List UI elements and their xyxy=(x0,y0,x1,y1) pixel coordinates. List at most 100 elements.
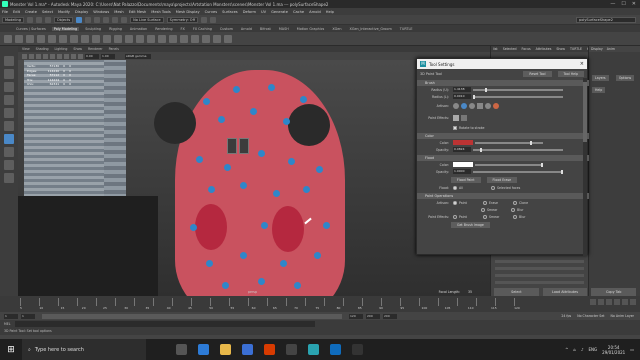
time-slider[interactable]: 5 10 15 20 25 30 35 40 45 50 55 60 65 70 75 80 85 90 95 100… xyxy=(0,296,640,312)
tool-help-button[interactable]: Tool Help xyxy=(557,70,584,77)
shelf-tab[interactable]: Bifrost xyxy=(258,27,273,31)
animation-end-field-2[interactable]: 200 xyxy=(383,313,397,319)
folder-brush-icon[interactable] xyxy=(485,103,491,109)
bridge-icon[interactable] xyxy=(158,34,166,43)
new-scene-icon[interactable] xyxy=(26,16,33,23)
menu-display[interactable]: Display xyxy=(75,10,88,14)
wireframe-icon[interactable] xyxy=(36,53,41,59)
shelf-tab[interactable]: FX xyxy=(179,27,187,31)
menu-file[interactable]: File xyxy=(2,10,8,14)
animation-start-field[interactable]: 1 xyxy=(4,313,18,319)
shelf-tab[interactable]: Sculpting xyxy=(83,27,103,31)
minimize-button[interactable]: — xyxy=(610,1,615,7)
task-view-icon[interactable] xyxy=(176,344,187,355)
shelf-tab[interactable]: Arnold xyxy=(239,27,254,31)
flood-all-radio[interactable] xyxy=(453,185,457,190)
load-attributes-button[interactable]: Load Attributes xyxy=(542,288,588,296)
store-icon[interactable] xyxy=(242,344,253,355)
outliner-layout-icon[interactable] xyxy=(4,173,14,183)
lights-icon[interactable] xyxy=(57,53,62,59)
shelf-tab[interactable]: Rendering xyxy=(153,27,174,31)
solid-brush-icon[interactable] xyxy=(469,103,475,109)
auto-uv-icon[interactable] xyxy=(224,34,232,43)
notifications-icon[interactable]: ▭ xyxy=(630,347,634,352)
shadows-icon[interactable] xyxy=(64,53,69,59)
paint-effects-brush-icon[interactable] xyxy=(453,115,459,121)
shelf-tab[interactable]: FX Caching xyxy=(191,27,214,31)
radius-l-slider-knob[interactable] xyxy=(473,94,475,99)
poly-cylinder-icon[interactable] xyxy=(26,34,34,43)
clock[interactable]: 20:54 29/01/2021 xyxy=(602,345,625,355)
edge-browser-icon[interactable] xyxy=(198,344,209,355)
flood-erase-button[interactable]: Flood Erase xyxy=(486,176,518,183)
colorful-brush-icon[interactable] xyxy=(493,103,499,109)
mel-label[interactable]: MEL xyxy=(4,322,11,326)
shelf-tab-active[interactable]: Poly Modeling xyxy=(51,26,80,31)
poly-cube-icon[interactable] xyxy=(15,34,23,43)
media-icon[interactable] xyxy=(286,344,297,355)
ae-tab[interactable]: Attributes xyxy=(536,47,552,51)
combine-icon[interactable] xyxy=(92,34,100,43)
step-back-icon[interactable] xyxy=(598,299,604,305)
menu-uv[interactable]: UV xyxy=(261,10,266,14)
op-paint-radio[interactable] xyxy=(453,200,457,205)
fps-dropdown[interactable]: 24 fps xyxy=(561,314,571,318)
paint-opacity-field[interactable]: 0.0824 xyxy=(453,147,471,152)
smooth-icon[interactable] xyxy=(114,34,122,43)
reset-tool-button[interactable]: Reset Tool xyxy=(523,70,552,77)
poly-torus-icon[interactable] xyxy=(48,34,56,43)
single-view-icon[interactable] xyxy=(4,147,14,157)
menu-help[interactable]: Help xyxy=(326,10,334,14)
get-brush-image-button[interactable]: Get Brush Image xyxy=(451,221,490,228)
select-object-icon[interactable] xyxy=(85,16,92,23)
menu-deform[interactable]: Deform xyxy=(243,10,256,14)
save-scene-icon[interactable] xyxy=(44,16,51,23)
playback-end-field[interactable]: 120 xyxy=(349,313,363,319)
tool-settings-titlebar[interactable]: M Tool Settings × xyxy=(417,59,587,69)
maya-taskbar-icon[interactable] xyxy=(308,344,319,355)
tray-chevron-icon[interactable]: ^ xyxy=(565,347,568,352)
flood-paint-button[interactable]: Flood Paint xyxy=(451,176,481,183)
planar-uv-icon[interactable] xyxy=(213,34,221,43)
tool-settings-close-button[interactable]: × xyxy=(580,61,584,67)
shelf-tab[interactable]: XGen_Interactive_Groom xyxy=(348,27,394,31)
taskbar-search-box[interactable]: ⌕ Type here to search xyxy=(22,339,146,360)
options-button[interactable]: Options xyxy=(615,75,635,81)
menu-edit[interactable]: Edit xyxy=(13,10,20,14)
flood-opacity-slider[interactable] xyxy=(473,169,563,174)
menu-create[interactable]: Create xyxy=(25,10,37,14)
square-brush-icon[interactable] xyxy=(477,103,483,109)
play-back-icon[interactable] xyxy=(606,299,612,305)
ae-tab[interactable]: Focus xyxy=(522,47,531,51)
symmetry-dropdown[interactable]: Symmetry: Off xyxy=(166,16,198,23)
camera-icon[interactable] xyxy=(22,53,27,59)
viewport-menu-panels[interactable]: Panels xyxy=(109,47,119,51)
substance-icon[interactable] xyxy=(352,344,363,355)
monster-mesh[interactable] xyxy=(175,70,345,296)
poly-cone-icon[interactable] xyxy=(37,34,45,43)
shelf-tab[interactable]: Rigging xyxy=(107,27,124,31)
monster-right-eye[interactable] xyxy=(288,104,330,146)
menu-windows[interactable]: Windows xyxy=(93,10,109,14)
flood-color-swatch[interactable] xyxy=(453,162,473,167)
shelf-tab[interactable]: Motion Graphics xyxy=(295,27,327,31)
monster-right-cheek[interactable] xyxy=(272,206,304,252)
exposure-field[interactable]: 0.00 xyxy=(85,53,99,59)
poly-disc-icon[interactable] xyxy=(70,34,78,43)
network-icon[interactable]: ⌂ xyxy=(573,347,576,352)
menu-arnold[interactable]: Arnold xyxy=(309,10,321,14)
playback-start-field[interactable]: 1 xyxy=(21,313,35,319)
paint-color-swatch[interactable] xyxy=(453,140,473,145)
go-to-start-icon[interactable] xyxy=(590,299,596,305)
selection-mode-dropdown[interactable]: Objects xyxy=(53,16,74,23)
op-clone-radio[interactable] xyxy=(513,200,517,205)
step-forward-icon[interactable] xyxy=(622,299,628,305)
shelf-tab[interactable]: Curves / Surfaces xyxy=(14,27,48,31)
flood-opacity-field[interactable]: 1.0000 xyxy=(453,169,471,174)
radius-u-slider[interactable] xyxy=(473,87,563,92)
menu-modify[interactable]: Modify xyxy=(58,10,70,14)
snap-point-icon[interactable] xyxy=(121,16,128,23)
paint-color-slider[interactable] xyxy=(475,140,543,145)
viewport-menu-lighting[interactable]: Lighting xyxy=(55,47,68,51)
shelf-tab[interactable]: TURTLE xyxy=(398,27,415,31)
